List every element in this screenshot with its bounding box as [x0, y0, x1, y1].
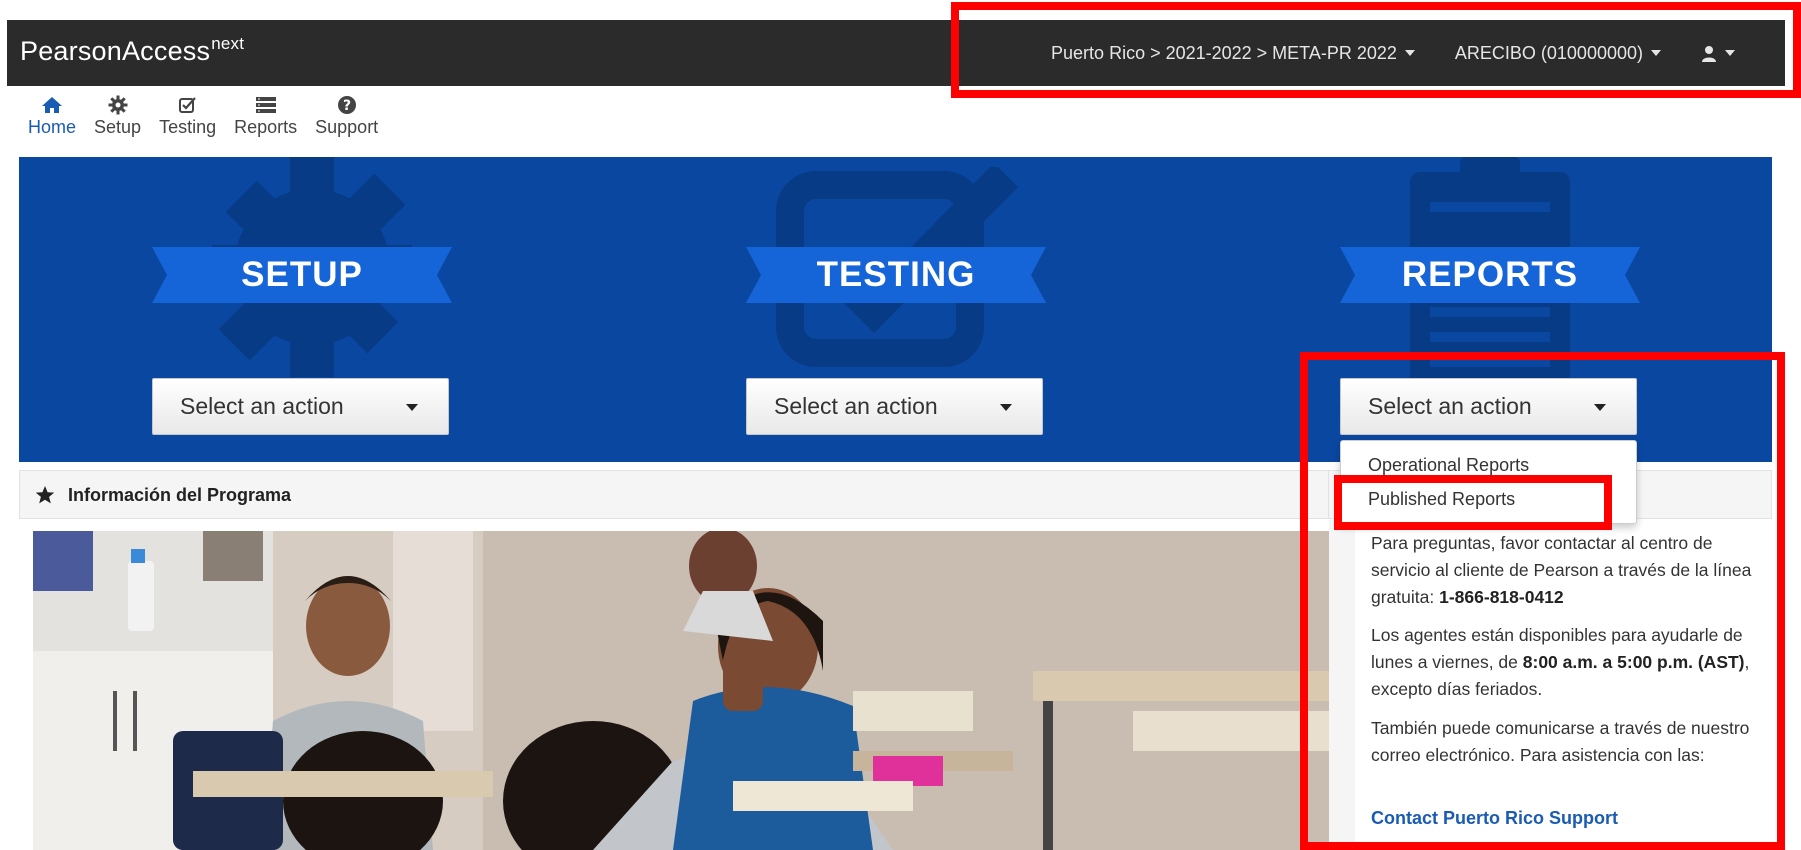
nav-home[interactable]: Home — [28, 94, 76, 144]
caret-down-icon — [1651, 50, 1661, 56]
organization-selector[interactable]: ARECIBO (010000000) — [1455, 43, 1661, 64]
contact-paragraph-3-text: También puede comunicarse a través de nu… — [1371, 718, 1750, 765]
reports-dropdown-menu: Operational Reports Published Reports — [1340, 440, 1637, 524]
support-phone: 1-866-818-0412 — [1439, 587, 1564, 607]
nav-testing[interactable]: Testing — [159, 94, 216, 144]
main-nav: Home Setup Testing Reports ? Support — [28, 94, 396, 144]
reports-heading: REPORTS — [1401, 255, 1579, 294]
contact-paragraph-1: Para preguntas, favor contactar al centr… — [1371, 530, 1761, 611]
nav-setup[interactable]: Setup — [94, 94, 141, 144]
checkbox-edit-icon — [178, 97, 196, 113]
support-hours: 8:00 a.m. a 5:00 p.m. (AST) — [1522, 652, 1745, 672]
testing-ribbon: TESTING — [746, 247, 1046, 303]
gear-icon — [108, 95, 128, 115]
nav-testing-label: Testing — [159, 117, 217, 137]
nav-support-label: Support — [315, 117, 379, 137]
program-info-header: Información del Programa — [19, 470, 1329, 519]
nav-support[interactable]: ? Support — [315, 94, 378, 144]
contact-panel-stripe — [1329, 519, 1355, 850]
nav-reports-label: Reports — [234, 117, 298, 137]
classroom-photo-illustration — [33, 531, 1329, 850]
top-navbar: PearsonAccessnext Puerto Rico > 2021-202… — [7, 20, 1785, 86]
program-info-title: Información del Programa — [68, 485, 292, 505]
context-selector[interactable]: Puerto Rico > 2021-2022 > META-PR 2022 — [1051, 43, 1415, 64]
caret-down-icon — [1404, 50, 1415, 56]
menu-item-operational-reports[interactable]: Operational Reports — [1368, 455, 1529, 476]
reports-select-label: Select an action — [1368, 393, 1532, 419]
navbar-right: Puerto Rico > 2021-2022 > META-PR 2022 A… — [1051, 20, 1785, 86]
caret-down-icon — [406, 404, 418, 411]
caret-down-icon — [1000, 404, 1012, 411]
menu-item-published-reports[interactable]: Published Reports — [1368, 489, 1515, 510]
setup-ribbon: SETUP — [152, 247, 452, 303]
user-icon — [1702, 45, 1716, 62]
brand-logo[interactable]: PearsonAccessnext — [20, 34, 245, 67]
contact-support-link[interactable]: Contact Puerto Rico Support — [1371, 808, 1618, 829]
brand-name: PearsonAccess — [20, 36, 211, 66]
reports-column: REPORTS Select an action — [1340, 157, 1640, 462]
svg-text:?: ? — [343, 98, 351, 114]
caret-down-icon — [1594, 404, 1606, 411]
hero-banner: SETUP Select an action TESTING Select an… — [19, 157, 1772, 462]
setup-select-label: Select an action — [180, 393, 344, 419]
reports-ribbon: REPORTS — [1340, 247, 1640, 303]
caret-down-icon — [1725, 50, 1735, 56]
testing-select-label: Select an action — [774, 393, 938, 419]
testing-column: TESTING Select an action — [746, 157, 1046, 462]
star-icon — [35, 486, 55, 504]
question-circle-icon: ? — [337, 96, 356, 114]
context-selector-label: Puerto Rico > 2021-2022 > META-PR 2022 — [1051, 42, 1397, 63]
brand-superscript: next — [211, 34, 245, 53]
reports-action-select[interactable]: Select an action — [1340, 378, 1637, 435]
contact-paragraph-2: Los agentes están disponibles para ayuda… — [1371, 622, 1761, 703]
page: PearsonAccessnext Puerto Rico > 2021-202… — [0, 0, 1801, 850]
testing-heading: TESTING — [816, 255, 976, 294]
nav-reports[interactable]: Reports — [234, 94, 297, 144]
nav-setup-label: Setup — [94, 117, 142, 137]
contact-paragraph-3: También puede comunicarse a través de nu… — [1371, 715, 1761, 769]
classroom-photo — [33, 531, 1329, 850]
testing-action-select[interactable]: Select an action — [746, 378, 1043, 435]
user-menu[interactable] — [1701, 45, 1735, 62]
report-list-icon — [255, 97, 276, 113]
setup-column: SETUP Select an action — [152, 157, 452, 462]
home-icon — [42, 97, 62, 113]
organization-selector-label: ARECIBO (010000000) — [1454, 42, 1643, 63]
setup-heading: SETUP — [241, 255, 363, 294]
setup-action-select[interactable]: Select an action — [152, 378, 449, 435]
nav-home-label: Home — [28, 117, 77, 137]
